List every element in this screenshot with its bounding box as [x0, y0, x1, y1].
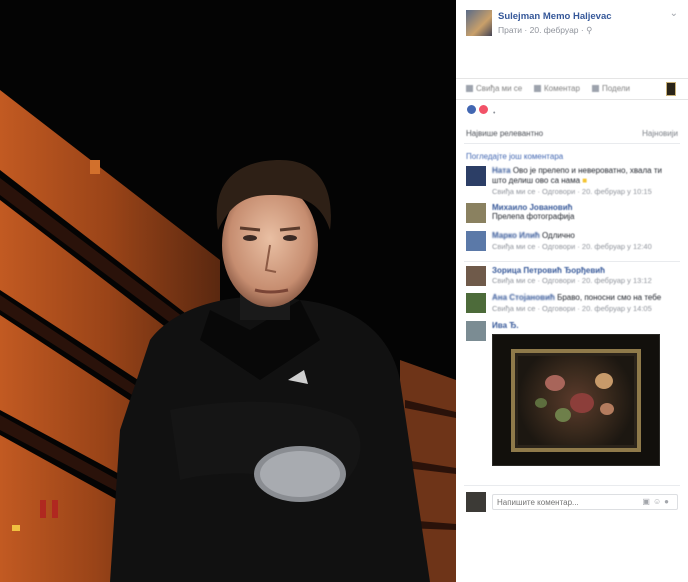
comment-author[interactable]: Ана Стојановић [492, 293, 555, 302]
avatar[interactable] [466, 321, 486, 341]
divider [464, 485, 680, 486]
meta-separator: · [524, 25, 528, 35]
emoji-icon: ■ [582, 176, 588, 185]
emoji-icon[interactable]: ☺ [653, 497, 664, 506]
comment-text: Прелепа фотографија [492, 212, 575, 221]
comment-author[interactable]: Марко Илић [492, 231, 540, 240]
comment-button[interactable]: Коментар [534, 84, 580, 93]
sticker-icon[interactable]: ● [664, 497, 672, 506]
follow-link[interactable]: Прати [498, 25, 522, 35]
camera-icon[interactable]: ▣ [642, 497, 653, 506]
like-label: Свиђа ми се [476, 84, 523, 93]
like-icon [466, 85, 473, 92]
sort-secondary[interactable]: Најновији [642, 129, 678, 138]
comment-item: Михаило Јовановић Прелепа фотографија [466, 203, 678, 229]
author-name[interactable]: Sulejman Memo Haljevac [498, 11, 612, 22]
comment-meta[interactable]: Свиђа ми се · Одговори · 20. фебруар у 1… [492, 242, 678, 251]
globe-icon: ⚲ [586, 25, 593, 35]
photo-viewer[interactable] [0, 0, 456, 582]
post-header: Sulejman Memo Haljevac Прати · 20. фебру… [456, 0, 688, 72]
share-icon [592, 85, 599, 92]
comment-attached-image[interactable] [492, 334, 660, 466]
photo-image [0, 0, 456, 582]
comment-sort-row: Највише релевантно Најновији [466, 129, 678, 138]
post-actions: Свиђа ми се Коментар Подели [456, 78, 688, 100]
comment-composer: ▣☺● [466, 492, 678, 514]
comment-item: Ана Стојановић Браво, поносни смо на теб… [466, 293, 678, 319]
post-meta: Прати · 20. фебруар · ⚲ [498, 25, 592, 36]
comment-meta[interactable]: Свиђа ми се · Одговори · 20. фебруар у 1… [492, 187, 678, 196]
share-button[interactable]: Подели [592, 84, 630, 93]
comment-item: Ната Ово је прелепо и невероватно, хвала… [466, 166, 678, 196]
divider [464, 261, 680, 262]
comment-author[interactable]: Михаило Јовановић [492, 203, 678, 212]
avatar[interactable] [466, 293, 486, 313]
comment-item: Зорица Петровић Ђорђевић Свиђа ми се · О… [466, 266, 678, 292]
comment-item: Марко Илић Одлично Свиђа ми се · Одговор… [466, 231, 678, 257]
comment-text: Браво, поносни смо на тебе [557, 293, 662, 302]
chevron-down-icon[interactable]: ⌄ [670, 8, 678, 19]
page-thumbnail[interactable] [666, 82, 676, 96]
comment-author[interactable]: Зорица Петровић Ђорђевић [492, 266, 678, 275]
comment-author[interactable]: Ната [492, 166, 511, 175]
view-more-comments[interactable]: Погледајте још коментара [466, 152, 563, 161]
love-reaction-icon [477, 104, 489, 115]
like-reaction-icon [466, 104, 477, 115]
avatar[interactable] [466, 203, 486, 223]
comment-author[interactable]: Ива Ђ. [492, 321, 678, 330]
sort-label[interactable]: Највише релевантно [466, 129, 543, 138]
reactions-summary[interactable]: • [466, 104, 495, 117]
avatar [466, 492, 486, 512]
meta-separator: · [580, 25, 584, 35]
avatar[interactable] [466, 166, 486, 186]
share-label: Подели [602, 84, 631, 93]
avatar[interactable] [466, 231, 486, 251]
comment-text: Ово је прелепо и невероватно, хвала ти ш… [492, 166, 662, 185]
avatar[interactable] [466, 266, 486, 286]
comment-icon [534, 85, 541, 92]
framed-flower-artwork [511, 349, 641, 452]
composer-icons: ▣☺● [642, 497, 672, 506]
comment-meta[interactable]: Свиђа ми се · Одговори · 20. фебруар у 1… [492, 276, 678, 285]
comment-meta[interactable]: Свиђа ми се · Одговори · 20. фебруар у 1… [492, 304, 678, 313]
like-button[interactable]: Свиђа ми се [466, 84, 522, 93]
divider [464, 143, 680, 144]
post-date[interactable]: 20. фебруар [530, 25, 579, 35]
comment-label: Коментар [544, 84, 580, 93]
comment-text: Одлично [541, 231, 575, 240]
post-side-panel: Sulejman Memo Haljevac Прати · 20. фебру… [456, 0, 688, 582]
comment-item: Ива Ђ. [466, 321, 678, 341]
author-avatar[interactable] [466, 10, 492, 36]
